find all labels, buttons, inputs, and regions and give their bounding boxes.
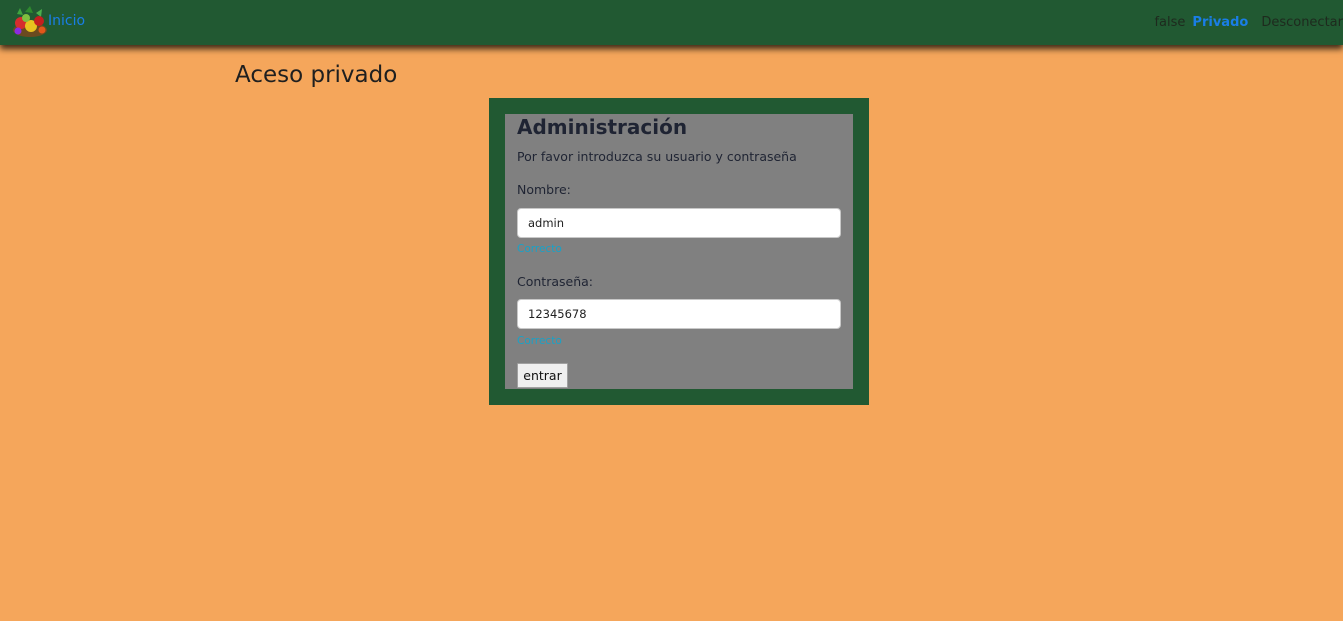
fruit-vegetable-basket-icon: [13, 6, 47, 37]
username-label: Nombre:: [517, 182, 571, 197]
login-form: Administración Por favor introduzca su u…: [505, 114, 853, 389]
password-validation-message: Correcto: [517, 335, 562, 347]
page-title: Aceso privado: [235, 62, 398, 88]
brand-home-link[interactable]: Inicio: [11, 6, 85, 38]
password-input[interactable]: [517, 299, 841, 329]
username-input[interactable]: [517, 208, 841, 238]
session-status-text: false: [1154, 15, 1186, 30]
password-label: Contraseña:: [517, 274, 593, 289]
submit-button[interactable]: entrar: [517, 363, 568, 388]
login-frame: Administración Por favor introduzca su u…: [489, 98, 869, 405]
username-validation-message: Correcto: [517, 243, 562, 255]
nav-link-private[interactable]: Privado: [1192, 15, 1248, 30]
top-navbar: Inicio false Privado Desconectar: [0, 0, 1343, 45]
login-title: Administración: [517, 115, 688, 139]
brand-label[interactable]: Inicio: [48, 13, 85, 29]
navbar-right: false Privado Desconectar: [1154, 0, 1343, 45]
login-subtitle: Por favor introduzca su usuario y contra…: [517, 149, 797, 164]
nav-link-logout[interactable]: Desconectar: [1261, 15, 1343, 30]
